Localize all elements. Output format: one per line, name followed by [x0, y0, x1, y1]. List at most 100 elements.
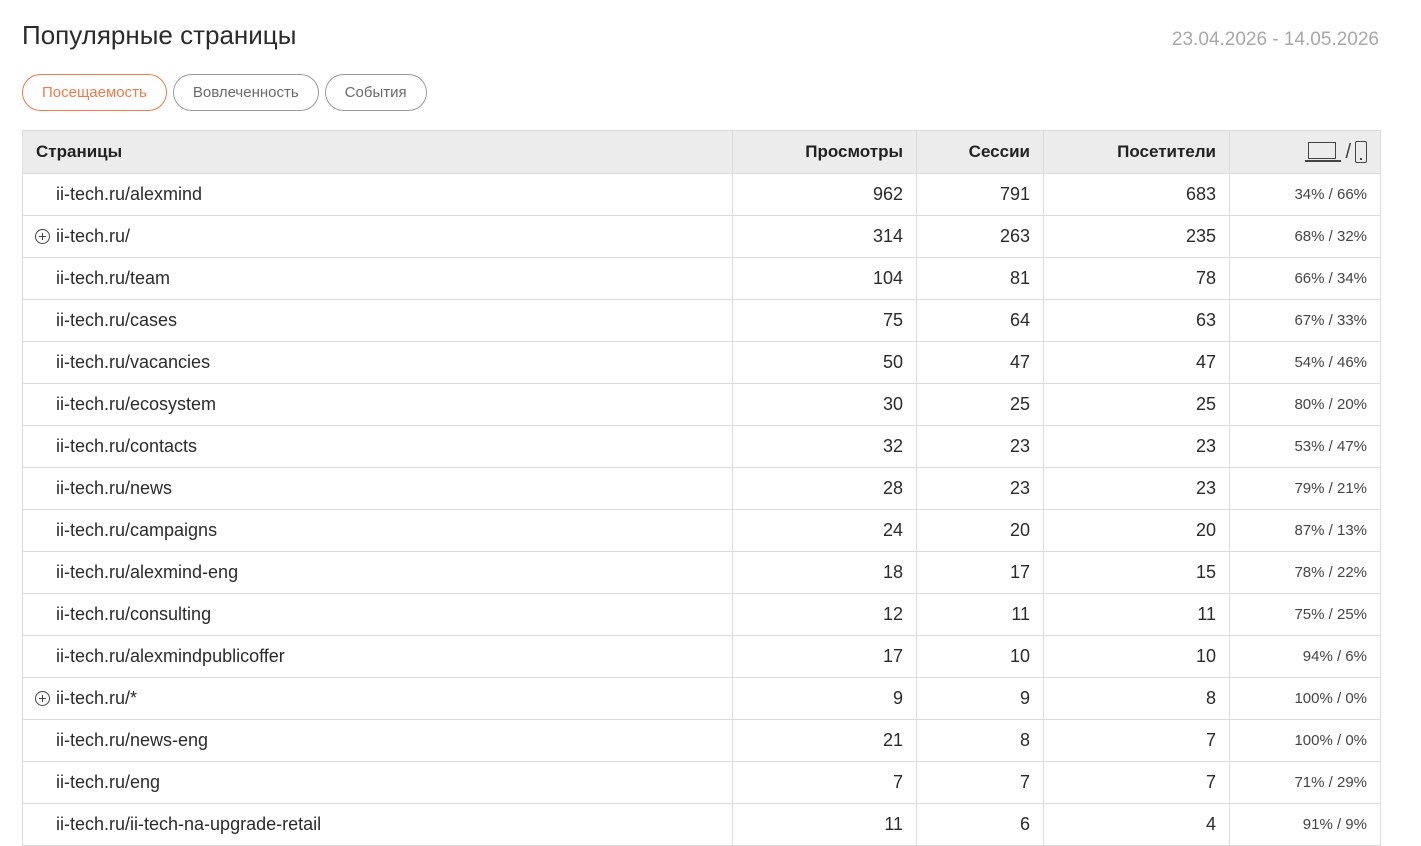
table-row[interactable]: ii-tech.ru/* 9 9 8 100% / 0%: [22, 677, 1381, 720]
table-row[interactable]: ii-tech.ru/314 263 235 68% / 32%: [22, 215, 1381, 258]
page-url[interactable]: ii-tech.ru/cases: [56, 310, 177, 331]
page-cell-content: ii-tech.ru/vacancies: [35, 352, 719, 373]
devices-share-cell: 68% / 32%: [1229, 215, 1381, 258]
tab-engagement[interactable]: Вовлеченность: [172, 74, 319, 111]
page-cell-content: ii-tech.ru/: [35, 226, 719, 247]
page-cell: ii-tech.ru/: [22, 215, 733, 258]
devices-share-cell: 67% / 33%: [1229, 299, 1381, 342]
table-row[interactable]: ii-tech.ru/vacancies 50 47 47 54% / 46%: [22, 341, 1381, 384]
page-cell: ii-tech.ru/alexmind-eng: [22, 551, 733, 594]
page-title: Популярные страницы: [22, 20, 297, 50]
page-cell-content: ii-tech.ru/team: [35, 268, 719, 289]
views-cell: 12: [732, 593, 917, 636]
table-row[interactable]: ii-tech.ru/contacts 32 23 23 53% / 47%: [22, 425, 1381, 468]
page-cell: ii-tech.ru/news-eng: [22, 719, 733, 762]
page-cell: ii-tech.ru/campaigns: [22, 509, 733, 552]
page-url[interactable]: ii-tech.ru/*: [56, 688, 137, 709]
sessions-cell: 263: [916, 215, 1044, 258]
table-header-row: Страницы Просмотры Сессии Посетители /: [22, 130, 1381, 174]
page-url[interactable]: ii-tech.ru/alexmindpublicoffer: [56, 646, 285, 667]
views-cell: 32: [732, 425, 917, 468]
devices-share-cell: 80% / 20%: [1229, 383, 1381, 426]
page-url[interactable]: ii-tech.ru/team: [56, 268, 170, 289]
visitors-cell: 25: [1043, 383, 1230, 426]
tab-events[interactable]: События: [324, 74, 427, 111]
devices-share-cell: 78% / 22%: [1229, 551, 1381, 594]
page-cell-content: ii-tech.ru/consulting: [35, 604, 719, 625]
column-header-devices[interactable]: /: [1229, 130, 1381, 174]
views-cell: 314: [732, 215, 917, 258]
table-row[interactable]: ii-tech.ru/alexmind 962 791 683 34% / 66%: [22, 173, 1381, 216]
table-row[interactable]: ii-tech.ru/news-eng 21 8 7 100% / 0%: [22, 719, 1381, 762]
views-cell: 962: [732, 173, 917, 216]
devices-share-cell: 53% / 47%: [1229, 425, 1381, 468]
expand-plus-icon[interactable]: [35, 691, 50, 706]
page-url[interactable]: ii-tech.ru/campaigns: [56, 520, 217, 541]
devices-share-cell: 100% / 0%: [1229, 677, 1381, 720]
page-url[interactable]: ii-tech.ru/alexmind: [56, 184, 202, 205]
page-url[interactable]: ii-tech.ru/contacts: [56, 436, 197, 457]
visitors-cell: 63: [1043, 299, 1230, 342]
visitors-cell: 235: [1043, 215, 1230, 258]
views-cell: 7: [732, 761, 917, 804]
sessions-cell: 17: [916, 551, 1044, 594]
sessions-cell: 6: [916, 803, 1044, 846]
page-cell-content: ii-tech.ru/alexmind: [35, 184, 719, 205]
tab-attendance[interactable]: Посещаемость: [22, 74, 167, 111]
table-row[interactable]: ii-tech.ru/cases 75 64 63 67% / 33%: [22, 299, 1381, 342]
table-body: ii-tech.ru/alexmind 962 791 683 34% / 66% ii-…: [22, 173, 1381, 846]
page-cell: ii-tech.ru/*: [22, 677, 733, 720]
visitors-cell: 8: [1043, 677, 1230, 720]
page-cell: ii-tech.ru/news: [22, 467, 733, 510]
table-row[interactable]: ii-tech.ru/campaigns 24 20 20 87% / 13%: [22, 509, 1381, 552]
visitors-cell: 15: [1043, 551, 1230, 594]
page-url[interactable]: ii-tech.ru/eng: [56, 772, 160, 793]
sessions-cell: 9: [916, 677, 1044, 720]
table-row[interactable]: ii-tech.ru/news 28 23 23 79% / 21%: [22, 467, 1381, 510]
page-url[interactable]: ii-tech.ru/ii-tech-na-upgrade-retail: [56, 814, 321, 835]
views-cell: 18: [732, 551, 917, 594]
page-url[interactable]: ii-tech.ru/news-eng: [56, 730, 208, 751]
visitors-cell: 20: [1043, 509, 1230, 552]
page-url[interactable]: ii-tech.ru/ecosystem: [56, 394, 216, 415]
devices-share-cell: 75% / 25%: [1229, 593, 1381, 636]
table-row[interactable]: ii-tech.ru/eng 7 7 7 71% / 29%: [22, 761, 1381, 804]
column-header-pages[interactable]: Страницы: [22, 130, 733, 174]
page-url[interactable]: ii-tech.ru/consulting: [56, 604, 211, 625]
pages-table: Страницы Просмотры Сессии Посетители / i…: [22, 130, 1381, 846]
page-url[interactable]: ii-tech.ru/: [56, 226, 130, 247]
sessions-cell: 7: [916, 761, 1044, 804]
table-row[interactable]: ii-tech.ru/team 104 81 78 66% / 34%: [22, 257, 1381, 300]
date-range: 23.04.2026 - 14.05.2026: [1171, 29, 1379, 50]
phone-icon: [1355, 141, 1367, 163]
pages-table-container: Страницы Просмотры Сессии Посетители / i…: [22, 130, 1381, 846]
devices-icons: /: [1305, 141, 1367, 164]
column-header-views[interactable]: Просмотры: [732, 130, 917, 174]
column-header-visitors[interactable]: Посетители: [1043, 130, 1230, 174]
views-cell: 21: [732, 719, 917, 762]
views-cell: 30: [732, 383, 917, 426]
visitors-cell: 23: [1043, 425, 1230, 468]
page-url[interactable]: ii-tech.ru/vacancies: [56, 352, 210, 373]
column-header-sessions[interactable]: Сессии: [916, 130, 1044, 174]
page-url[interactable]: ii-tech.ru/news: [56, 478, 172, 499]
expand-plus-icon[interactable]: [35, 229, 50, 244]
page-cell-content: ii-tech.ru/ecosystem: [35, 394, 719, 415]
page-url[interactable]: ii-tech.ru/alexmind-eng: [56, 562, 238, 583]
visitors-cell: 10: [1043, 635, 1230, 678]
table-row[interactable]: ii-tech.ru/ecosystem 30 25 25 80% / 20%: [22, 383, 1381, 426]
visitors-cell: 7: [1043, 761, 1230, 804]
table-row[interactable]: ii-tech.ru/alexmindpublicoffer 17 10 10 94% …: [22, 635, 1381, 678]
page-cell: ii-tech.ru/contacts: [22, 425, 733, 468]
views-cell: 17: [732, 635, 917, 678]
devices-share-cell: 100% / 0%: [1229, 719, 1381, 762]
views-cell: 75: [732, 299, 917, 342]
table-row[interactable]: ii-tech.ru/consulting 12 11 11 75% / 25%: [22, 593, 1381, 636]
table-row[interactable]: ii-tech.ru/alexmind-eng 18 17 15 78% / 22%: [22, 551, 1381, 594]
visitors-cell: 7: [1043, 719, 1230, 762]
table-row[interactable]: ii-tech.ru/ii-tech-na-upgrade-retail 11 6 4…: [22, 803, 1381, 846]
sessions-cell: 20: [916, 509, 1044, 552]
page-cell: ii-tech.ru/alexmindpublicoffer: [22, 635, 733, 678]
views-cell: 24: [732, 509, 917, 552]
sessions-cell: 64: [916, 299, 1044, 342]
